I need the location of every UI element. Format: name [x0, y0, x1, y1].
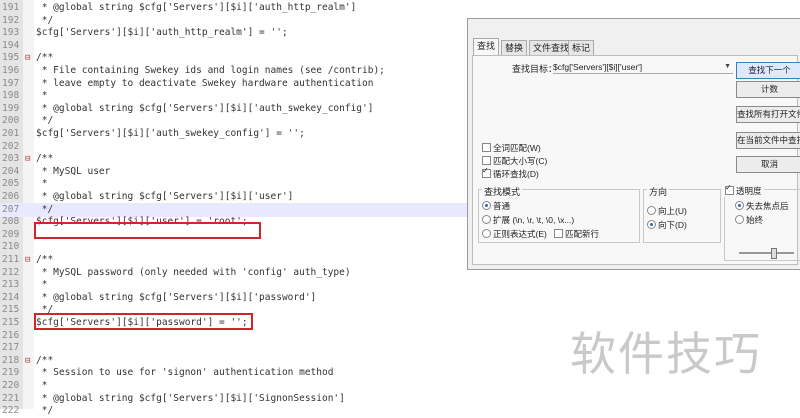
match-newline-label: 匹配新行 — [565, 229, 600, 239]
radio-selected — [735, 201, 744, 210]
mode-extended-radio[interactable]: 扩展 (\n, \r, \t, \0, \x...) — [482, 214, 574, 226]
checkbox-checked — [482, 166, 491, 178]
wrap-around-label: 循环查找(D) — [493, 169, 539, 179]
watermark: 软件技巧 — [570, 327, 762, 381]
direction-title: 方向 — [647, 185, 670, 198]
match-case-checkbox[interactable]: 匹配大小写(C) — [482, 155, 547, 167]
whole-word-label: 全词匹配(W) — [493, 143, 541, 153]
radio-button — [735, 215, 744, 224]
whole-word-checkbox[interactable]: 全词匹配(W) — [482, 142, 541, 154]
find-in-current-button[interactable]: 在当前文件中查找 — [736, 132, 800, 149]
find-target-label: 查找目标： — [512, 64, 558, 74]
radio-selected — [647, 220, 656, 229]
tab-find[interactable]: 查找 — [473, 38, 500, 56]
mode-normal-radio[interactable]: 普通 — [482, 200, 510, 212]
checkbox-box — [482, 143, 491, 152]
radio-button — [647, 206, 656, 215]
radio-selected — [482, 201, 491, 210]
direction-up-label: 向上(U) — [658, 206, 687, 216]
cancel-button[interactable]: 取消 — [736, 156, 800, 173]
find-dialog[interactable]: 查找 替换 文件查找 标记 查找目标： $cfg['Servers'][$i][… — [467, 18, 800, 270]
direction-down-radio[interactable]: 向下(D) — [647, 219, 687, 231]
direction-up-radio[interactable]: 向上(U) — [647, 205, 687, 217]
highlight-box-user — [34, 222, 261, 239]
line-number: 222 — [2, 405, 20, 417]
on-lose-focus-radio[interactable]: 失去焦点后 — [735, 200, 789, 212]
radio-button — [482, 215, 491, 224]
chevron-down-icon[interactable]: ▼ — [724, 61, 731, 73]
always-label: 始终 — [746, 215, 764, 225]
match-newline-checkbox[interactable]: 匹配新行 — [554, 228, 599, 240]
radio-button — [482, 229, 491, 238]
tab-find-in-files[interactable]: 文件查找 — [529, 40, 574, 55]
on-lose-focus-label: 失去焦点后 — [746, 201, 789, 211]
direction-down-label: 向下(D) — [658, 220, 687, 230]
mode-regex-label: 正则表达式(E) — [493, 229, 547, 239]
mode-extended-label: 扩展 (\n, \r, \t, \0, \x...) — [493, 215, 575, 225]
checkbox-box — [482, 156, 491, 165]
find-target-input[interactable]: $cfg['Servers'][$i]['user'] ▼ — [553, 61, 733, 74]
checkbox-box — [554, 229, 563, 238]
checkbox-checked — [725, 183, 734, 195]
count-button[interactable]: 计数 — [736, 81, 800, 98]
wrap-around-checkbox[interactable]: 循环查找(D) — [482, 166, 539, 180]
code-line[interactable]: 222 */ — [0, 404, 800, 418]
find-target-value: $cfg['Servers'][$i]['user'] — [553, 62, 643, 72]
transparency-slider[interactable] — [739, 248, 794, 259]
search-mode-title: 查找模式 — [482, 185, 523, 198]
code-text: */ — [36, 405, 54, 417]
match-case-label: 匹配大小写(C) — [493, 156, 548, 166]
highlight-box-password — [34, 313, 253, 330]
slider-knob[interactable] — [771, 248, 777, 259]
find-all-open-button[interactable]: 查找所有打开文件 — [736, 106, 800, 123]
find-next-button[interactable]: 查找下一个 — [736, 62, 800, 79]
transparency-checkbox[interactable]: 透明度 — [723, 183, 764, 197]
tab-mark[interactable]: 标记 — [568, 40, 595, 55]
transparency-label: 透明度 — [736, 186, 762, 196]
mode-normal-label: 普通 — [493, 201, 511, 211]
always-radio[interactable]: 始终 — [735, 214, 763, 226]
mode-regex-radio[interactable]: 正则表达式(E) — [482, 228, 547, 240]
tab-replace[interactable]: 替换 — [501, 40, 528, 55]
